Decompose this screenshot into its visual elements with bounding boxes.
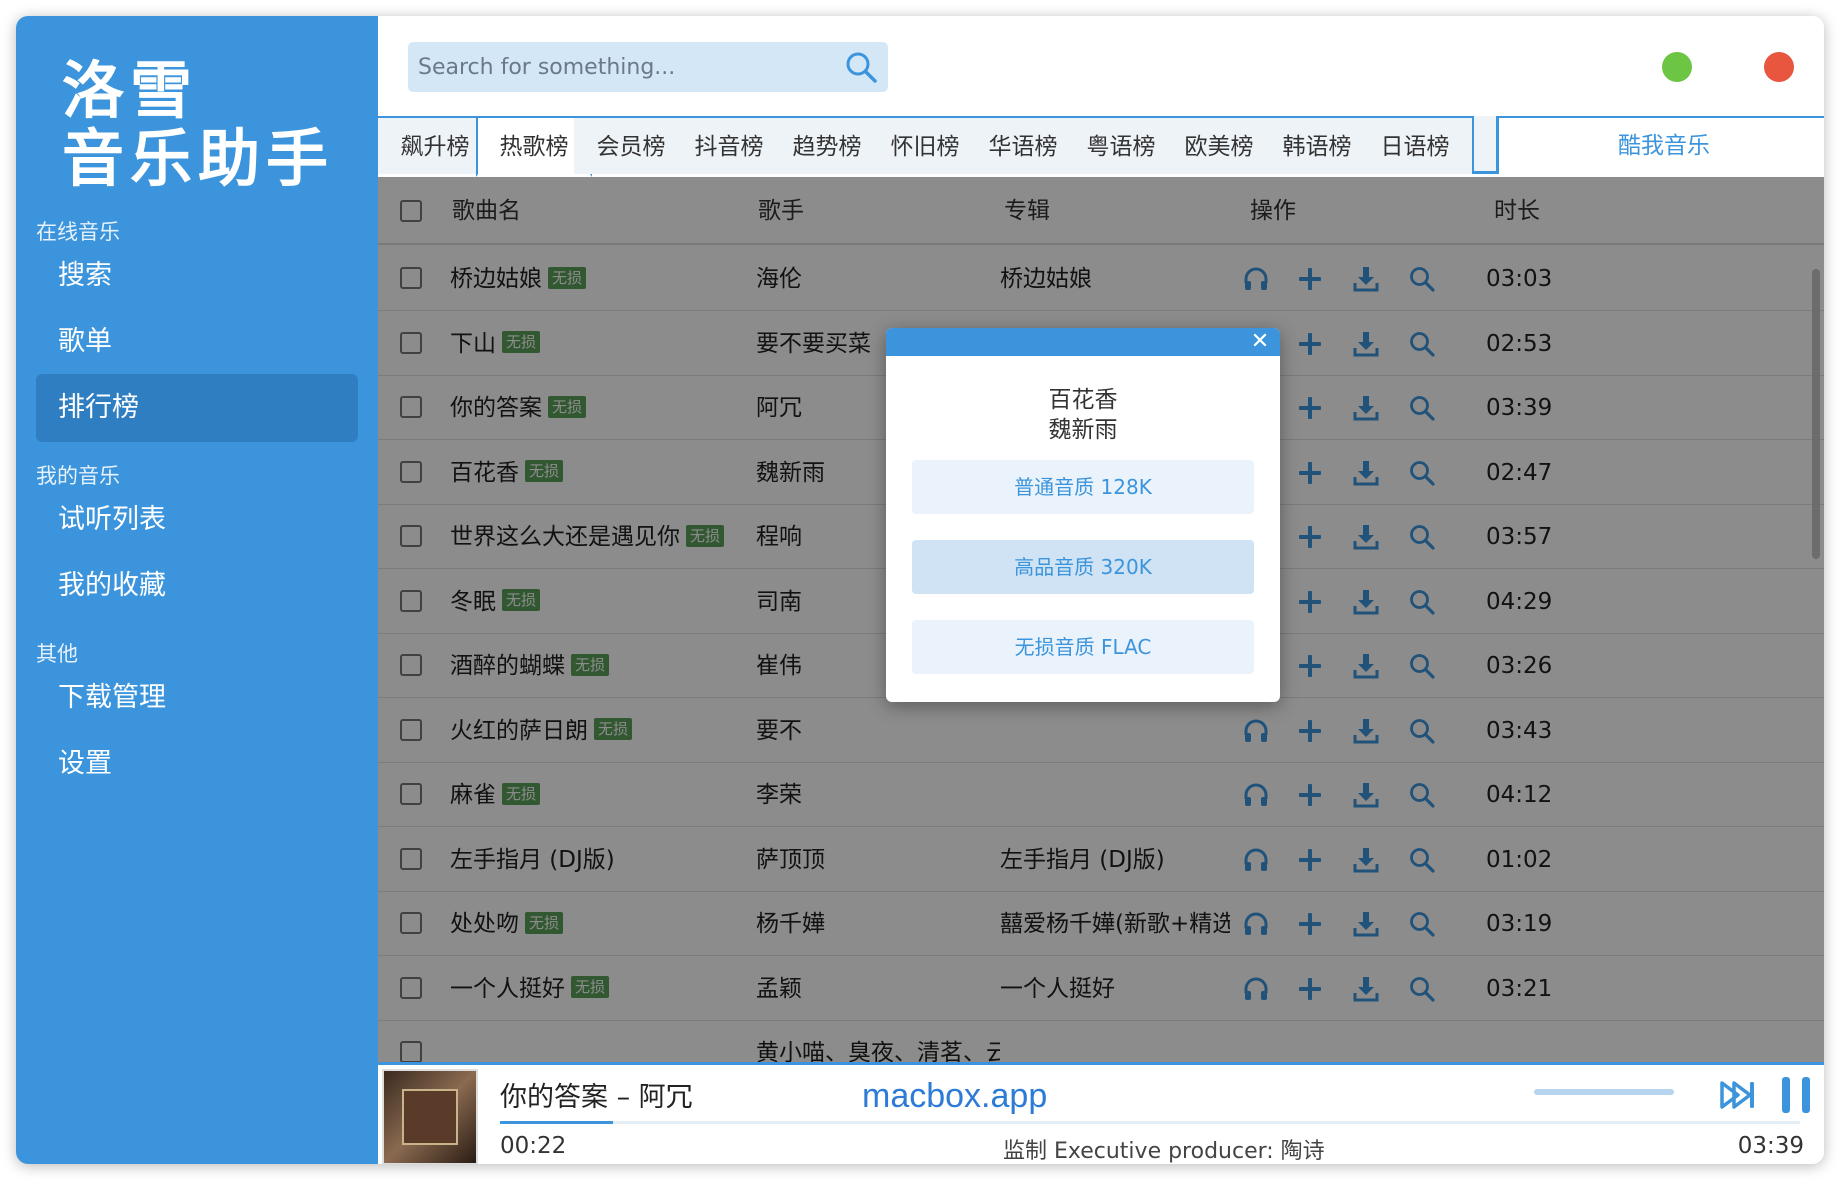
app-logo-line2: 音乐助手 bbox=[62, 122, 335, 195]
player-bar: 你的答案 – 阿冗 macbox.app 00:22 监制 Executive … bbox=[378, 1062, 1824, 1164]
source-tab-area: 酷我音乐 bbox=[1496, 116, 1824, 174]
album-cover-art bbox=[402, 1089, 458, 1145]
quality-128k-button[interactable]: 普通音质 128K bbox=[912, 460, 1254, 514]
app-logo-line1: 洛雪 bbox=[62, 54, 199, 127]
next-icon[interactable] bbox=[1718, 1075, 1758, 1115]
pause-icon[interactable] bbox=[1776, 1073, 1816, 1117]
sidebar-item-charts[interactable]: 排行榜 bbox=[36, 374, 358, 442]
window-minimize-button[interactable] bbox=[1662, 52, 1692, 82]
dialog-header: ✕ bbox=[886, 328, 1280, 356]
sidebar-item-search[interactable]: 搜索 bbox=[36, 242, 358, 310]
search-input[interactable] bbox=[418, 42, 818, 92]
sidebar-item-downloads[interactable]: 下载管理 bbox=[36, 664, 358, 732]
top-bar bbox=[378, 16, 1824, 116]
tab-japanese[interactable]: 日语榜 bbox=[1358, 116, 1474, 174]
sidebar: 洛雪 音乐助手 在线音乐 搜索 歌单 排行榜 我的音乐 试听列表 我的收藏 其他… bbox=[16, 16, 378, 1164]
now-playing-title: 你的答案 – 阿冗 bbox=[500, 1082, 693, 1113]
dialog-song-title: 百花香 bbox=[1048, 387, 1118, 413]
close-icon[interactable]: ✕ bbox=[1248, 330, 1272, 354]
current-time: 00:22 bbox=[500, 1133, 567, 1159]
sidebar-item-favorites[interactable]: 我的收藏 bbox=[36, 552, 358, 620]
dialog-artist: 魏新雨 bbox=[1048, 417, 1118, 443]
chart-tabs: 飙升榜 热歌榜 会员榜 抖音榜 趋势榜 怀旧榜 华语榜 粤语榜 欧美榜 韩语榜 … bbox=[378, 116, 1824, 177]
lyric-line: 监制 Executive producer: 陶诗 bbox=[1003, 1139, 1325, 1164]
progress-bar[interactable] bbox=[500, 1121, 1800, 1124]
search-icon[interactable] bbox=[844, 50, 878, 84]
progress-fill bbox=[500, 1121, 614, 1124]
album-cover[interactable] bbox=[382, 1069, 478, 1164]
quality-flac-button[interactable]: 无损音质 FLAC bbox=[912, 620, 1254, 674]
total-time: 03:39 bbox=[1737, 1133, 1804, 1159]
watermark-text: macbox.app bbox=[862, 1077, 1048, 1115]
app-window: 洛雪 音乐助手 在线音乐 搜索 歌单 排行榜 我的音乐 试听列表 我的收藏 其他… bbox=[16, 16, 1824, 1164]
tab-source-kuwo[interactable]: 酷我音乐 bbox=[1519, 118, 1809, 174]
sidebar-item-playlists[interactable]: 歌单 bbox=[36, 308, 358, 376]
window-close-button[interactable] bbox=[1764, 52, 1794, 82]
quality-320k-button[interactable]: 高品音质 320K bbox=[912, 540, 1254, 594]
sidebar-item-listen-list[interactable]: 试听列表 bbox=[36, 486, 358, 554]
quality-dialog: ✕ 百花香 魏新雨 普通音质 128K 高品音质 320K 无损音质 FLAC bbox=[886, 328, 1280, 702]
sidebar-item-settings[interactable]: 设置 bbox=[36, 730, 358, 798]
volume-slider[interactable] bbox=[1534, 1089, 1674, 1095]
search-box bbox=[408, 42, 888, 92]
